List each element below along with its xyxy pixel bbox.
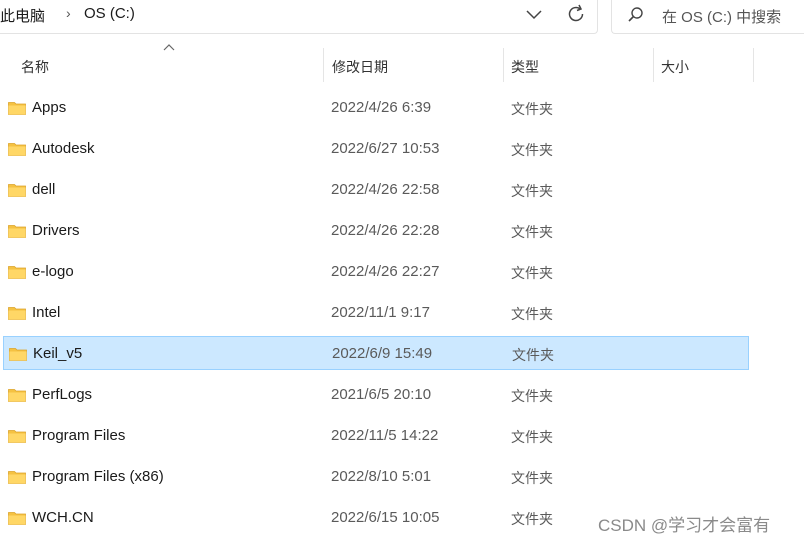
file-date: 2021/6/5 20:10 (331, 386, 432, 403)
file-type: 文件夹 (511, 142, 553, 158)
sort-up-icon (163, 44, 175, 51)
file-date: 2022/11/1 9:17 (331, 304, 430, 321)
folder-icon (9, 348, 27, 361)
breadcrumb-drive[interactable]: OS (C:) (84, 5, 135, 22)
column-header-date[interactable]: 修改日期 (332, 57, 388, 77)
chevron-down-icon[interactable] (522, 3, 546, 25)
column-header-size[interactable]: 大小 (661, 57, 689, 77)
file-type: 文件夹 (511, 306, 553, 322)
file-row[interactable]: Apps 2022/4/26 6:39 文件夹 (3, 91, 749, 125)
folder-icon (8, 143, 26, 156)
file-type: 文件夹 (511, 101, 553, 117)
file-type: 文件夹 (511, 388, 553, 404)
file-row[interactable]: Intel 2022/11/1 9:17 文件夹 (3, 296, 749, 330)
file-name: WCH.CN (32, 509, 94, 526)
file-name: Intel (32, 304, 61, 321)
folder-icon (8, 512, 26, 525)
search-input[interactable]: 在 OS (C:) 中搜索 (662, 6, 781, 27)
file-name: dell (32, 181, 56, 198)
folder-icon (8, 430, 26, 443)
file-date: 2022/6/27 10:53 (331, 140, 440, 157)
file-row[interactable]: e-logo 2022/4/26 22:27 文件夹 (3, 255, 749, 289)
column-header: 名称 修改日期 类型 大小 (0, 44, 804, 82)
file-row[interactable]: Drivers 2022/4/26 22:28 文件夹 (3, 214, 749, 248)
folder-icon (8, 471, 26, 484)
file-name: Apps (32, 99, 67, 116)
refresh-icon[interactable] (564, 2, 588, 26)
file-name: Program Files (x86) (32, 468, 164, 485)
file-type: 文件夹 (511, 265, 553, 281)
search-icon (628, 7, 643, 22)
chevron-right-icon[interactable]: › (66, 5, 71, 21)
file-type: 文件夹 (511, 470, 553, 486)
file-row[interactable]: Program Files (x86) 2022/8/10 5:01 文件夹 (3, 460, 749, 494)
breadcrumb-this-pc[interactable]: 此电脑 (0, 5, 45, 26)
file-name: PerfLogs (32, 386, 93, 403)
column-header-name[interactable]: 名称 (21, 57, 49, 77)
address-bar[interactable]: 此电脑 › OS (C:) (0, 0, 598, 34)
file-type: 文件夹 (512, 347, 554, 363)
file-name: Drivers (32, 222, 80, 239)
file-date: 2022/11/5 14:22 (331, 427, 439, 444)
file-date: 2022/6/9 15:49 (332, 345, 433, 362)
file-type: 文件夹 (511, 511, 553, 527)
file-type: 文件夹 (511, 429, 553, 445)
folder-icon (8, 307, 26, 320)
file-row[interactable]: Autodesk 2022/6/27 10:53 文件夹 (3, 132, 749, 166)
column-header-type[interactable]: 类型 (511, 57, 539, 77)
file-type: 文件夹 (511, 183, 553, 199)
csdn-watermark: CSDN @学习才会富有 (598, 516, 771, 535)
column-divider[interactable] (503, 48, 504, 82)
folder-icon (8, 266, 26, 279)
file-row[interactable]: Program Files 2022/11/5 14:22 文件夹 (3, 419, 749, 453)
search-box[interactable]: 在 OS (C:) 中搜索 (611, 0, 804, 34)
column-divider[interactable] (323, 48, 324, 82)
file-row[interactable]: PerfLogs 2021/6/5 20:10 文件夹 (3, 378, 749, 412)
file-date: 2022/4/26 22:28 (331, 222, 440, 239)
file-date: 2022/4/26 22:27 (331, 263, 440, 280)
column-divider[interactable] (753, 48, 754, 82)
top-bar: 此电脑 › OS (C:) 在 OS (C:) 中搜索 (0, 0, 804, 48)
folder-icon (8, 184, 26, 197)
file-date: 2022/4/26 22:58 (331, 181, 440, 198)
folder-icon (8, 102, 26, 115)
file-row[interactable]: dell 2022/4/26 22:58 文件夹 (3, 173, 749, 207)
file-name: Keil_v5 (33, 345, 83, 362)
file-type: 文件夹 (511, 224, 553, 240)
column-divider[interactable] (653, 48, 654, 82)
file-name: Autodesk (32, 140, 95, 157)
file-date: 2022/6/15 10:05 (331, 509, 440, 526)
folder-icon (8, 225, 26, 238)
file-date: 2022/4/26 6:39 (331, 99, 432, 116)
file-name: Program Files (32, 427, 126, 444)
folder-icon (8, 389, 26, 402)
file-name: e-logo (32, 263, 74, 280)
file-date: 2022/8/10 5:01 (331, 468, 432, 485)
file-row-selected[interactable]: Keil_v5 2022/6/9 15:49 文件夹 (3, 336, 749, 370)
